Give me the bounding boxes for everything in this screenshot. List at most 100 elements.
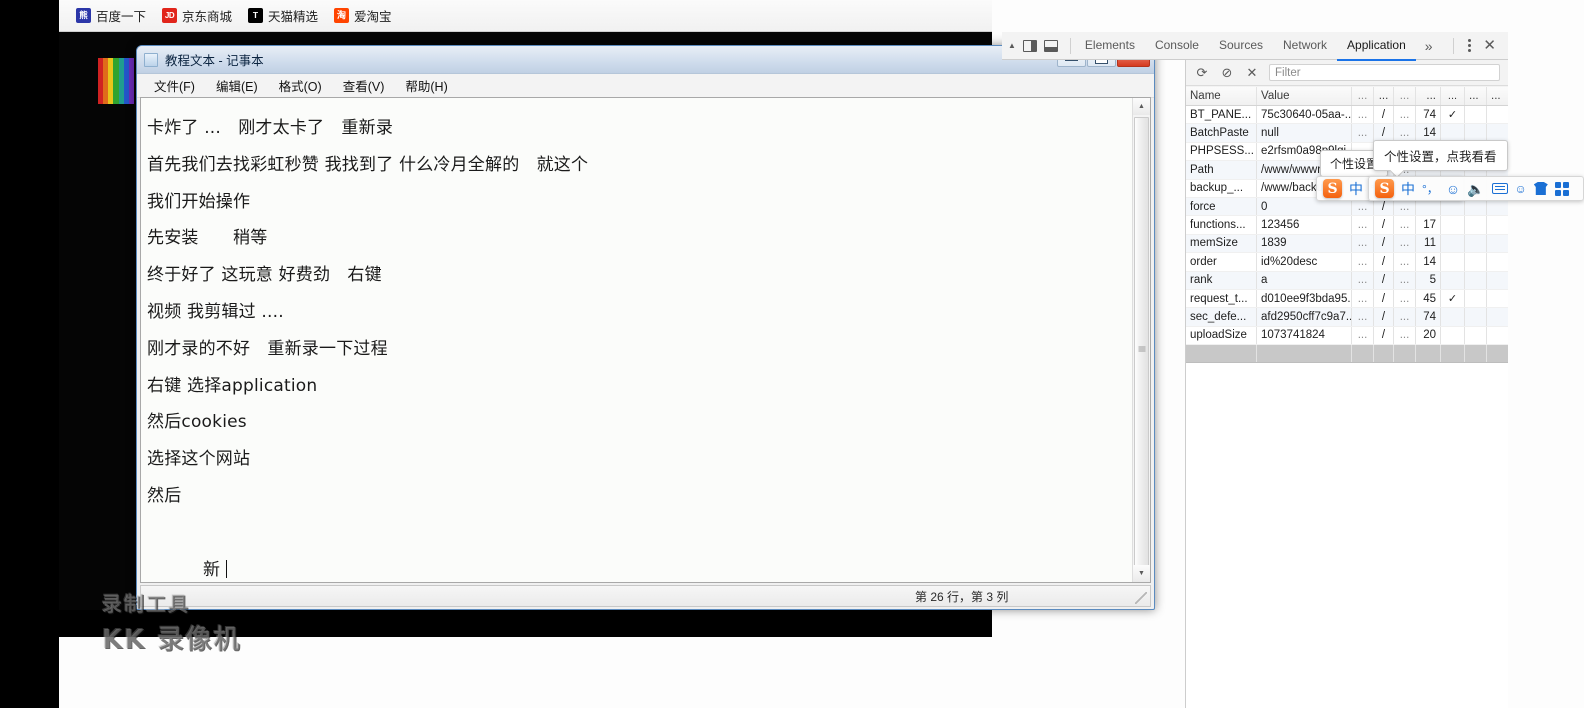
cell-path: / [1374,253,1394,271]
table-row[interactable]: BT_PANE... 75c30640-05aa-...... /... 74 ✓ [1186,106,1508,125]
cell-secure [1465,289,1487,308]
tab-console[interactable]: Console [1145,32,1209,61]
scrollbar-thumb[interactable] [1134,117,1149,581]
column-header-expires[interactable]: ... [1394,87,1416,105]
table-row[interactable]: sec_defe... afd2950cff7c9a7...... /... 74 [1186,308,1508,327]
table-row[interactable]: request_t... d010ee9f3bda95...... /... 45 ✓ [1186,289,1508,309]
column-header-samesite[interactable]: ... [1487,87,1508,105]
tab-application[interactable]: Application [1337,32,1416,61]
ime-language-mode[interactable]: 中 [1401,182,1415,196]
cell-domain: ... [1352,326,1374,345]
bookmark-label: 天猫精选 [268,10,319,24]
menu-format[interactable]: 格式(O) [270,74,331,97]
table-row-selected-empty[interactable] [1186,345,1508,364]
ime-language-mode[interactable]: 中 [1349,182,1363,196]
filter-input[interactable]: Filter [1269,64,1500,81]
cell-samesite [1487,235,1508,252]
kebab-menu-icon[interactable] [1458,39,1481,52]
cell-name: order [1186,253,1257,271]
column-header-size[interactable]: ... [1416,87,1441,105]
table-header-row: Name Value ... ... ... ... ... ... ... [1186,87,1508,106]
ime-skin-icon[interactable] [1533,182,1548,195]
cell-name: memSize [1186,234,1257,253]
menu-view[interactable]: 查看(V) [334,74,394,97]
table-row[interactable]: order id%20desc... /... 14 [1186,253,1508,272]
bookmark-tmall[interactable]: T 天猫精选 [241,3,325,28]
column-header-name[interactable]: Name [1186,87,1257,105]
dock-bottom-icon[interactable] [1043,39,1058,52]
cell-size: 20 [1416,326,1441,345]
cell-domain: ... [1352,253,1374,271]
toolbar-divider [1453,37,1455,54]
table-row[interactable]: functions... 123456... /... 17 [1186,216,1508,235]
cell-name: PHPSESS... [1186,142,1257,161]
cell-httponly [1441,326,1465,345]
scroll-up-icon[interactable]: ▲ [1133,98,1150,115]
cell-expires: ... [1394,271,1416,289]
bookmark-jd[interactable]: JD 京东商城 [155,3,239,28]
ime-user-icon[interactable]: ☺ [1515,183,1527,195]
sogou-logo-icon[interactable]: S [1375,179,1394,198]
column-header-path[interactable]: ... [1374,87,1394,105]
cell-domain: ... [1352,289,1374,308]
cell-samesite [1487,253,1508,270]
notepad-text-area-wrapper: 卡炸了 ... 刚才太卡了 重新录 首先我们去找彩虹秒赞 我找到了 什么冷月全解… [140,97,1151,583]
dock-right-icon[interactable] [1022,39,1037,52]
table-row[interactable]: memSize 1839... /... 11 [1186,234,1508,254]
sogou-logo-icon[interactable]: S [1323,179,1342,198]
ime-microphone-icon[interactable]: 🔈 [1467,182,1484,196]
notepad-text-input[interactable]: 卡炸了 ... 刚才太卡了 重新录 首先我们去找彩虹秒赞 我找到了 什么冷月全解… [141,98,1132,582]
ime-emoji-icon[interactable]: ☺ [1446,182,1460,196]
table-row[interactable]: uploadSize 1073741824... /... 20 [1186,326,1508,346]
column-header-value[interactable]: Value [1257,87,1352,105]
column-header-secure[interactable]: ... [1465,87,1487,105]
inspect-caret-icon[interactable]: ▲ [1008,41,1016,50]
refresh-icon[interactable]: ⟳ [1194,65,1210,81]
menu-help[interactable]: 帮助(H) [396,74,456,97]
delete-selected-icon[interactable]: ✕ [1244,65,1260,81]
cell-name: rank [1186,271,1257,289]
cell-path: / [1374,216,1394,234]
ime-toolbox-icon[interactable] [1554,181,1569,196]
bookmark-label: 百度一下 [96,10,147,24]
sogou-ime-toolbar-front[interactable]: S 中 °， ☺ 🔈 ☺ [1368,176,1584,201]
close-devtools-icon[interactable]: ✕ [1481,38,1508,53]
bookmark-taobao[interactable]: 淘 爱淘宝 [327,3,399,28]
cell-domain: ... [1352,234,1374,253]
cell-expires: ... [1394,308,1416,326]
cell-size: 17 [1416,216,1441,234]
cell-name: uploadSize [1186,326,1257,345]
cell-expires: ... [1394,234,1416,253]
menu-file[interactable]: 文件(F) [145,74,204,97]
cell-size: 14 [1416,253,1441,271]
bookmarks-bar: 熊 百度一下 JD 京东商城 T 天猫精选 淘 爱淘宝 [59,0,992,32]
tab-network[interactable]: Network [1273,32,1337,61]
clear-all-icon[interactable]: ⊘ [1219,65,1235,81]
notepad-menubar: 文件(F) 编辑(E) 格式(O) 查看(V) 帮助(H) [137,74,1154,98]
column-header-domain[interactable]: ... [1352,87,1374,105]
column-header-httponly[interactable]: ... [1441,87,1465,105]
cell-secure [1465,106,1487,124]
text-line: 然后cookies [147,412,247,433]
ime-keyboard-icon[interactable] [1491,183,1508,194]
cell-value: null [1257,124,1352,142]
cell-secure [1465,216,1487,234]
resize-grip[interactable] [1135,592,1147,604]
devtools-panel: ⟳ ⊘ ✕ Filter Name Value ... ... ... ... … [1185,32,1508,708]
bookmark-baidu[interactable]: 熊 百度一下 [69,3,153,28]
table-row[interactable]: rank a... /... 5 [1186,271,1508,290]
tab-elements[interactable]: Elements [1075,32,1145,61]
tab-sources[interactable]: Sources [1209,32,1273,61]
more-tabs-icon[interactable]: » [1416,38,1442,54]
text-line: 选择这个网站 [147,449,251,470]
baidu-icon: 熊 [76,8,91,23]
ime-punctuation-icon[interactable]: °， [1422,183,1439,195]
cell-value: 123456 [1257,216,1352,234]
cell-name: BT_PANE... [1186,106,1257,124]
scroll-down-icon[interactable]: ▼ [1133,565,1150,582]
menu-edit[interactable]: 编辑(E) [207,74,267,97]
notepad-vertical-scrollbar[interactable]: ▲ ▼ [1132,98,1150,582]
cell-empty [1352,345,1374,363]
screen-root: 熊 百度一下 JD 京东商城 T 天猫精选 淘 爱淘宝 教程文本 - 记事本 文… [0,0,1584,708]
taobao-icon: 淘 [334,8,350,23]
